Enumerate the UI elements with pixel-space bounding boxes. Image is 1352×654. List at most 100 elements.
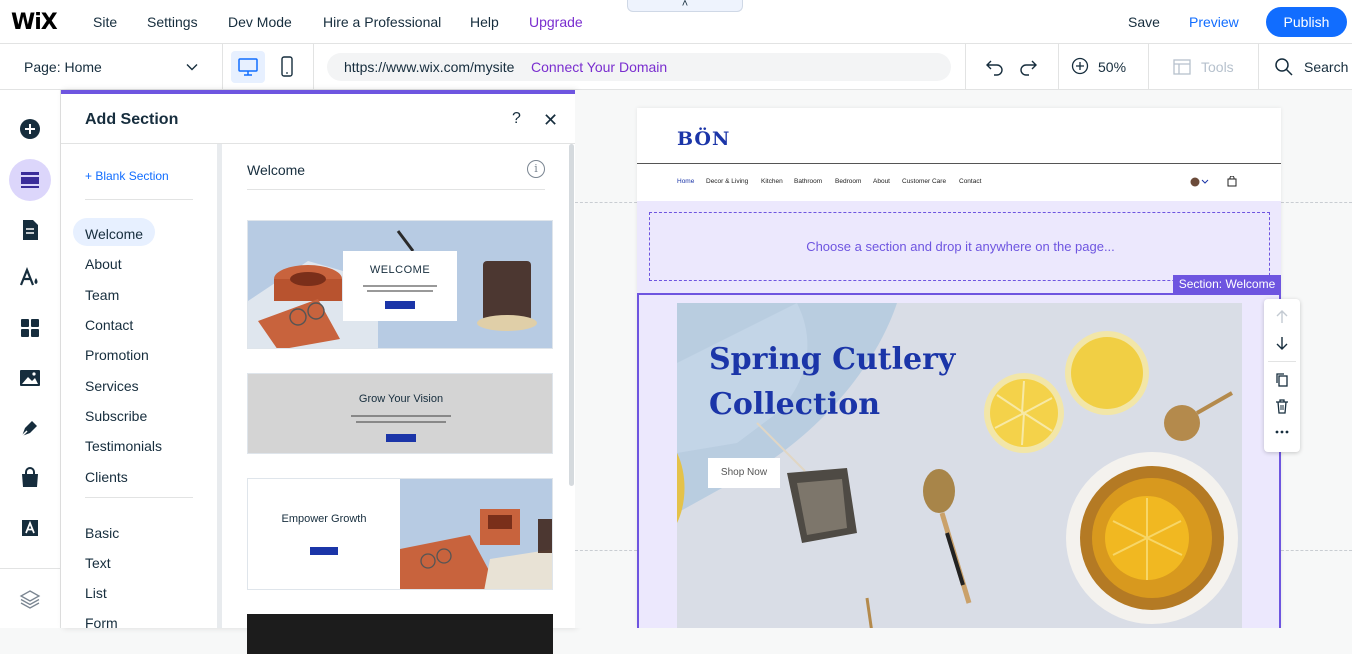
layers-icon[interactable] (18, 587, 42, 611)
hero-image[interactable]: Spring Cutlery Collection Shop Now (677, 303, 1242, 628)
connect-domain-link[interactable]: Connect Your Domain (531, 59, 667, 75)
divider (965, 44, 966, 90)
account-avatar-icon[interactable] (1190, 177, 1210, 187)
sections-icon[interactable] (18, 168, 42, 192)
category-list[interactable]: List (85, 585, 107, 601)
add-icon[interactable] (18, 117, 42, 141)
info-icon[interactable]: i (527, 160, 545, 178)
site-nav-bathroom[interactable]: Bathroom (794, 178, 822, 185)
category-testimonials[interactable]: Testimonials (85, 438, 162, 454)
tools-label[interactable]: Tools (1201, 59, 1234, 75)
search-icon[interactable] (1274, 57, 1294, 77)
category-clients[interactable]: Clients (85, 469, 128, 485)
divider (85, 199, 193, 200)
section-label-tag[interactable]: Section: Welcome (1173, 275, 1281, 293)
panel-title: Add Section (85, 111, 179, 128)
desktop-view-button[interactable] (231, 51, 265, 83)
blank-section-button[interactable]: + Blank Section (85, 169, 169, 183)
mobile-view-icon[interactable] (276, 55, 298, 79)
category-contact[interactable]: Contact (85, 317, 133, 333)
category-subscribe[interactable]: Subscribe (85, 408, 147, 424)
category-basic[interactable]: Basic (85, 525, 119, 541)
preview-button[interactable]: Preview (1189, 14, 1239, 30)
scrollbar-thumb[interactable] (569, 144, 574, 486)
site-url: https://www.wix.com/mysite (344, 59, 515, 75)
section-template-welcome[interactable]: WELCOME (247, 220, 553, 349)
publish-button[interactable]: Publish (1266, 7, 1347, 37)
section-actions-toolbar (1264, 299, 1300, 452)
section-drop-zone[interactable]: Choose a section and drop it anywhere on… (649, 212, 1270, 281)
more-actions-icon[interactable] (1273, 423, 1291, 441)
move-up-icon[interactable] (1273, 308, 1291, 326)
menu-hire-professional[interactable]: Hire a Professional (323, 14, 441, 30)
template-photo (400, 479, 552, 589)
site-nav-about[interactable]: About (873, 178, 890, 185)
category-text[interactable]: Text (85, 555, 111, 571)
selected-section-frame[interactable]: Spring Cutlery Collection Shop Now (637, 293, 1281, 628)
divider (1258, 44, 1259, 90)
site-nav-home[interactable]: Home (677, 178, 694, 185)
divider (247, 189, 545, 190)
delete-icon[interactable] (1273, 397, 1291, 415)
editor-toolbar: Page: Home https://www.wix.com/mysite Co… (0, 44, 1352, 90)
menu-upgrade[interactable]: Upgrade (529, 14, 583, 30)
move-down-icon[interactable] (1273, 334, 1291, 352)
redo-icon[interactable] (1018, 58, 1038, 76)
site-nav-kitchen[interactable]: Kitchen (761, 178, 783, 185)
template-body-line (367, 290, 433, 292)
search-label[interactable]: Search (1304, 59, 1348, 75)
zoom-in-icon[interactable] (1071, 57, 1089, 75)
section-template-empower-growth[interactable]: Empower Growth (247, 478, 553, 590)
site-nav-contact[interactable]: Contact (959, 178, 981, 185)
pen-icon[interactable] (18, 416, 42, 440)
gridline (575, 202, 637, 203)
drop-zone-text: Choose a section and drop it anywhere on… (806, 239, 1115, 254)
media-icon[interactable] (18, 366, 42, 390)
divider (313, 44, 314, 90)
menu-help[interactable]: Help (470, 14, 499, 30)
close-button[interactable]: ✕ (543, 110, 558, 131)
save-button[interactable]: Save (1128, 14, 1160, 30)
template-card: WELCOME (343, 251, 457, 321)
template-button (310, 547, 338, 555)
tools-icon[interactable] (1172, 57, 1192, 77)
gallery-scrollbar[interactable] (568, 144, 575, 628)
gridline (575, 550, 637, 551)
site-nav-customer-care[interactable]: Customer Care (902, 178, 946, 185)
category-welcome[interactable]: Welcome (85, 226, 143, 242)
text-app-icon[interactable] (18, 516, 42, 540)
template-body-line (351, 415, 451, 417)
cart-icon[interactable] (1227, 176, 1237, 187)
chevron-down-icon[interactable] (185, 60, 199, 74)
category-form[interactable]: Form (85, 615, 118, 631)
collapse-topbar-tab[interactable]: ˄ (627, 0, 743, 12)
apps-icon[interactable] (18, 316, 42, 340)
menu-site[interactable]: Site (93, 14, 117, 30)
gridline (1281, 550, 1352, 551)
category-team[interactable]: Team (85, 287, 119, 303)
wix-logo[interactable]: WiX (11, 10, 58, 35)
category-promotion[interactable]: Promotion (85, 347, 149, 363)
site-nav-decor-living[interactable]: Decor & Living (706, 178, 748, 185)
menu-settings[interactable]: Settings (147, 14, 198, 30)
section-template-dark[interactable] (247, 614, 553, 654)
undo-icon[interactable] (985, 58, 1005, 76)
zoom-level[interactable]: 50% (1098, 59, 1126, 75)
store-icon[interactable] (18, 466, 42, 490)
menu-dev-mode[interactable]: Dev Mode (228, 14, 292, 30)
category-about[interactable]: About (85, 256, 122, 272)
shop-now-button[interactable]: Shop Now (708, 458, 780, 488)
site-url-field[interactable]: https://www.wix.com/mysite Connect Your … (327, 53, 951, 81)
left-rail (0, 90, 61, 628)
section-template-grow-your-vision[interactable]: Grow Your Vision (247, 373, 553, 454)
gridline (1281, 202, 1352, 203)
theme-icon[interactable] (18, 266, 42, 290)
help-button[interactable]: ? (512, 110, 521, 128)
site-nav-bedroom[interactable]: Bedroom (835, 178, 861, 185)
hero-title[interactable]: Spring Cutlery Collection (709, 337, 1009, 427)
duplicate-icon[interactable] (1273, 371, 1291, 389)
site-logo[interactable]: BÖN (677, 128, 730, 150)
pages-icon[interactable] (18, 218, 42, 242)
page-selector[interactable]: Page: Home (24, 59, 102, 75)
category-services[interactable]: Services (85, 378, 139, 394)
